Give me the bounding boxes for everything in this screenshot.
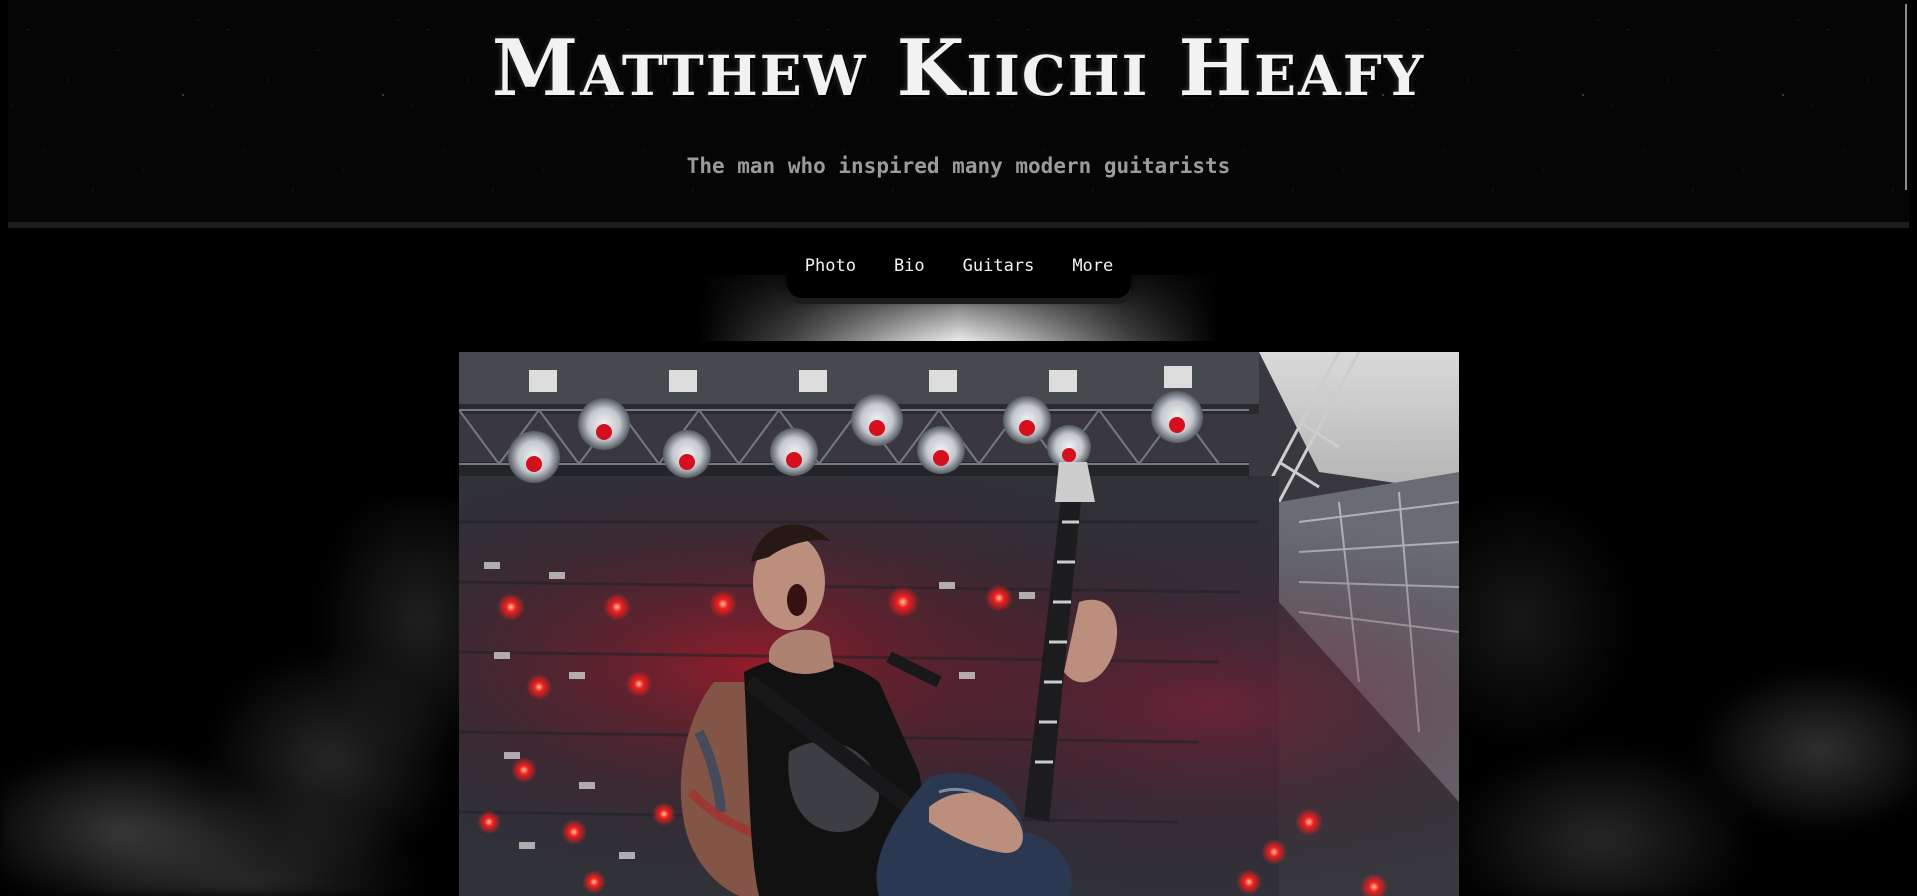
page: Matthew Kiichi Heafy The man who inspire…	[0, 0, 1917, 896]
site-title: Matthew Kiichi Heafy	[491, 23, 1426, 114]
site-subtitle: The man who inspired many modern guitari…	[686, 154, 1231, 178]
main-nav: Photo Bio Guitars More	[787, 234, 1131, 298]
nav-item-photo[interactable]: Photo	[786, 234, 875, 298]
nav-item-guitars[interactable]: Guitars	[944, 234, 1054, 298]
site-header: Matthew Kiichi Heafy The man who inspire…	[8, 0, 1909, 228]
nav-item-bio[interactable]: Bio	[875, 234, 944, 298]
concert-photo	[459, 352, 1459, 896]
header-scrollbar[interactable]	[1905, 4, 1907, 190]
nav-item-more[interactable]: More	[1053, 234, 1132, 298]
